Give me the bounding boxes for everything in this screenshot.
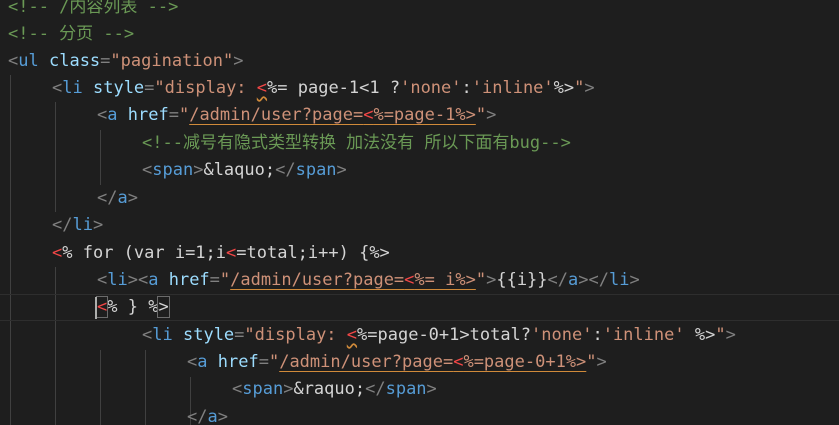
code-line-15: <span>&raquo;</span>: [232, 379, 437, 399]
comment-token: <!--减号有隐式类型转换 加法没有 所以下面有bug-->: [142, 133, 571, 153]
indent-guide: [100, 130, 101, 185]
code-line-16: </a>: [187, 407, 228, 425]
bracket-match: >: [157, 296, 170, 318]
indent-guide: [100, 350, 101, 425]
code-line-2: <!-- 分页 -->: [8, 21, 134, 48]
code-editor[interactable]: <!-- /内容列表 --> <!-- 分页 --> <ul class="pa…: [0, 0, 839, 425]
code-line-8: </a>: [97, 188, 138, 208]
code-line-10: <% for (var i=1;i<=total;i++) {%>: [52, 243, 390, 263]
code-line-12: <% } %>: [95, 296, 170, 318]
code-line-9: </li>: [52, 215, 104, 235]
indent-guide: [55, 267, 56, 425]
indent-guide: [10, 75, 11, 425]
indent-guide: [145, 350, 146, 425]
code-line-5: <a href="/admin/user?page=<%=page-1%>">: [97, 105, 497, 125]
code-line-3: <ul class="pagination">: [8, 51, 244, 71]
comment-token: <!-- 分页 -->: [8, 24, 135, 44]
bracket-match: <: [95, 296, 109, 318]
code-line-6: <!--减号有隐式类型转换 加法没有 所以下面有bug-->: [142, 130, 571, 157]
code-line-4: <li style="display: <%= page-1<1 ?'none'…: [52, 78, 595, 98]
indent-guide: [55, 102, 56, 212]
code-line-1: <!-- /内容列表 -->: [8, 0, 178, 21]
text-cursor: [95, 297, 97, 319]
code-line-14: <a href="/admin/user?page=<%=page-0+1%>"…: [187, 352, 607, 372]
code-line-7: <span>&laquo;</span>: [142, 160, 347, 180]
code-line-11: <li><a href="/admin/user?page=<%= i%>">{…: [97, 270, 640, 290]
code-line-13: <li style="display: <%=page-0+1>total?'n…: [142, 325, 736, 345]
comment-token: <!-- /内容列表 -->: [8, 0, 179, 17]
